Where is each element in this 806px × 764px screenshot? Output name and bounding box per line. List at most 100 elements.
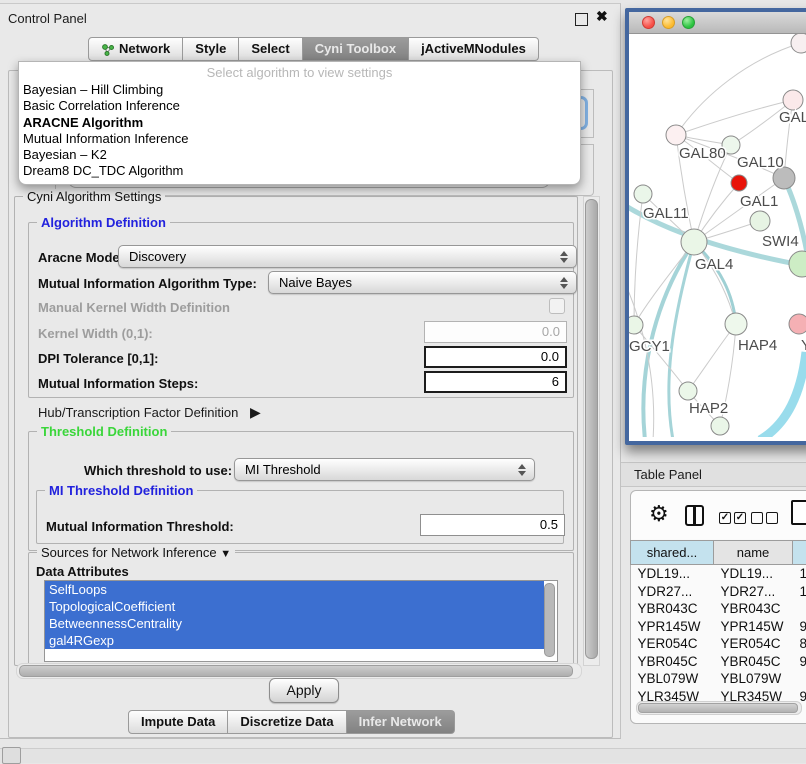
node-label-gal10: GAL10 [737,154,784,171]
apply-button[interactable]: Apply [269,678,339,703]
scrollbar-thumb[interactable] [638,703,798,713]
minimize-traffic-light-icon[interactable] [662,16,675,29]
mi-threshold-field[interactable]: 0.5 [420,514,565,536]
network-node[interactable] [791,34,806,53]
network-node-gal11[interactable] [634,185,652,203]
network-edge[interactable] [694,242,736,324]
network-edge[interactable] [634,242,694,325]
attribute-item-gal4rgexp[interactable]: gal4RGexp [45,632,544,649]
dropdown-item-basic-correlation-inference[interactable]: Basic Correlation Inference [19,98,580,114]
table-row[interactable]: YDL19...YDL19...13 [631,565,806,583]
tab-network[interactable]: Network [88,37,183,61]
dropdown-item-dream8-dc-tdc-algorithm[interactable]: Dream8 DC_TDC Algorithm [19,163,580,179]
list-scrollbar-thumb[interactable] [544,583,555,657]
table-cell: 9. [793,688,806,703]
close-traffic-light-icon[interactable] [642,16,655,29]
table-row[interactable]: YER054CYER054C8. [631,635,806,653]
manual-kernel-checkbox[interactable] [549,298,565,314]
node-label-gcy1: GCY1 [629,338,670,355]
network-node-gal80[interactable] [666,125,686,145]
column-header-name[interactable]: name [714,541,793,565]
table-row[interactable]: YDR27...YDR27...12 [631,583,806,601]
table-cell: 8. [793,635,806,653]
network-edge[interactable] [634,325,688,391]
aracne-mode-select[interactable]: Discovery [118,245,577,268]
table-row[interactable]: YBR043CYBR043C [631,600,806,618]
network-node-gcy1[interactable] [629,316,643,334]
tab-impute-data[interactable]: Impute Data [128,710,228,734]
which-threshold-select[interactable]: MI Threshold [234,458,535,481]
table-cell: YBR043C [714,600,793,618]
table-cell: YDL19... [631,565,714,583]
data-attributes-list[interactable]: SelfLoopsTopologicalCoefficientBetweenne… [44,580,558,662]
scrollbar-thumb[interactable] [585,199,598,659]
network-node-gal4[interactable] [681,229,707,255]
table-cell: YER054C [631,635,714,653]
table-cell: YDL19... [714,565,793,583]
network-view-window[interactable]: GALGAL80GAL10GAL1GAL11SWI4GAL4GCY1HAP4YH… [625,8,806,445]
network-node-hap2[interactable] [679,382,697,400]
column-header-shared[interactable]: shared... [631,541,714,565]
hub-definition-expander[interactable]: Hub/Transcription Factor Definition ▶ [38,404,261,421]
network-window-titlebar[interactable] [629,12,806,34]
network-node-y[interactable] [789,314,806,334]
mi-type-select[interactable]: Naive Bayes [268,271,577,294]
deselect-all-checkboxes-icon[interactable] [751,509,781,527]
combo-arrows-icon [560,250,568,264]
close-icon[interactable]: ✖ [596,8,608,25]
dropdown-item-bayesian-k2[interactable]: Bayesian – K2 [19,147,580,163]
float-panel-icon[interactable] [575,13,588,26]
sources-group-title[interactable]: Sources for Network Inference ▼ [37,545,235,560]
dpi-tolerance-field[interactable]: 0.0 [424,346,567,368]
network-edge[interactable] [676,100,793,135]
document-icon[interactable] [791,500,806,525]
split-columns-icon[interactable] [685,505,704,526]
network-node-gal1[interactable] [731,175,747,191]
algorithm-dropdown-popup: Select algorithm to view settings Bayesi… [18,61,581,185]
network-node[interactable] [711,417,729,435]
column-header-a[interactable]: A [793,541,806,565]
tab-style[interactable]: Style [183,37,239,61]
table-row[interactable]: YPR145WYPR145W9. [631,618,806,636]
settings-horizontal-scrollbar[interactable] [16,663,582,679]
mi-steps-field[interactable]: 6 [424,371,567,393]
table-row[interactable]: YBL079WYBL079W [631,670,806,688]
settings-vertical-scrollbar[interactable] [583,196,600,666]
tab-jactivemnodules[interactable]: jActiveMNodules [409,37,539,61]
node-label-gal: GAL [779,109,806,126]
table-cell: YLR345W [631,688,714,703]
bottom-mini-button[interactable] [2,747,21,764]
tab-discretize-data[interactable]: Discretize Data [228,710,346,734]
network-icon [101,43,114,56]
node-table[interactable]: shared...nameA YDL19...YDL19...13YDR27..… [630,540,806,702]
table-cell: YDR27... [714,583,793,601]
tab-cyni-toolbox[interactable]: Cyni Toolbox [303,37,409,61]
network-node[interactable] [789,251,806,277]
hub-definition-label: Hub/Transcription Factor Definition [38,405,238,420]
dropdown-item-aracne-algorithm[interactable]: ARACNE Algorithm [19,115,580,131]
table-cell: YER054C [714,635,793,653]
tab-select[interactable]: Select [239,37,302,61]
scrollbar-thumb[interactable] [19,665,573,677]
table-horizontal-scrollbar[interactable] [636,701,802,715]
gear-icon[interactable]: ⚙ [649,501,669,527]
tab-label: Style [195,38,226,60]
network-graph-canvas[interactable]: GALGAL80GAL10GAL1GAL11SWI4GAL4GCY1HAP4YH… [629,34,806,437]
network-node-hap4[interactable] [725,313,747,335]
select-all-checkboxes-icon[interactable]: ✓✓ [719,509,749,527]
table-row[interactable]: YBR045CYBR045C9. [631,653,806,671]
attribute-item-selfloops[interactable]: SelfLoops [45,581,544,598]
attribute-item-betweennesscentrality[interactable]: BetweennessCentrality [45,615,544,632]
network-edge[interactable] [760,352,806,437]
zoom-traffic-light-icon[interactable] [682,16,695,29]
network-edge[interactable] [694,242,736,324]
tab-infer-network[interactable]: Infer Network [347,710,455,734]
dropdown-item-bayesian-hill-climbing[interactable]: Bayesian – Hill Climbing [19,82,580,98]
table-row[interactable]: YLR345WYLR345W9. [631,688,806,703]
network-node-swi4[interactable] [750,211,770,231]
attribute-item-topologicalcoefficient[interactable]: TopologicalCoefficient [45,598,544,615]
kernel-width-field[interactable]: 0.0 [424,321,567,343]
tab-label: Network [119,38,170,60]
dropdown-item-mutual-information-inference[interactable]: Mutual Information Inference [19,131,580,147]
network-node-gal[interactable] [783,90,803,110]
